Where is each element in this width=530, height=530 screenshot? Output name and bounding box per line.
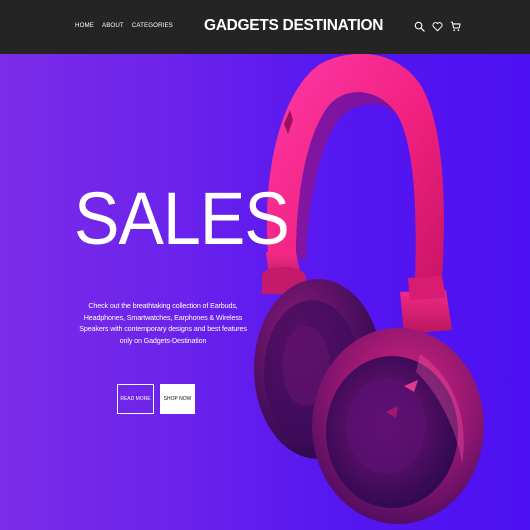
- brand-logo[interactable]: GADGETS DESTINATION: [204, 17, 383, 35]
- nav-link-about[interactable]: ABOUT: [102, 22, 124, 29]
- hero-banner: SALES Check out the breathtaking collect…: [0, 54, 530, 530]
- top-navbar: HOME ABOUT CATEGORIES GADGETS DESTINATIO…: [0, 0, 530, 54]
- nav-link-categories[interactable]: CATEGORIES: [132, 22, 173, 29]
- nav-icons: [414, 21, 461, 32]
- hero-title: SALES: [74, 177, 290, 260]
- search-icon[interactable]: [414, 21, 425, 32]
- page: HOME ABOUT CATEGORIES GADGETS DESTINATIO…: [0, 0, 530, 530]
- cart-icon[interactable]: [450, 21, 461, 32]
- headphones-image: [254, 54, 484, 524]
- shop-now-button[interactable]: SHOP NOW: [160, 384, 195, 414]
- nav-links: HOME ABOUT CATEGORIES: [75, 22, 173, 29]
- hero-description: Check out the breathtaking collection of…: [79, 301, 247, 345]
- read-more-button[interactable]: READ MORE: [117, 384, 154, 414]
- nav-link-home[interactable]: HOME: [75, 22, 94, 29]
- heart-icon[interactable]: [432, 21, 443, 32]
